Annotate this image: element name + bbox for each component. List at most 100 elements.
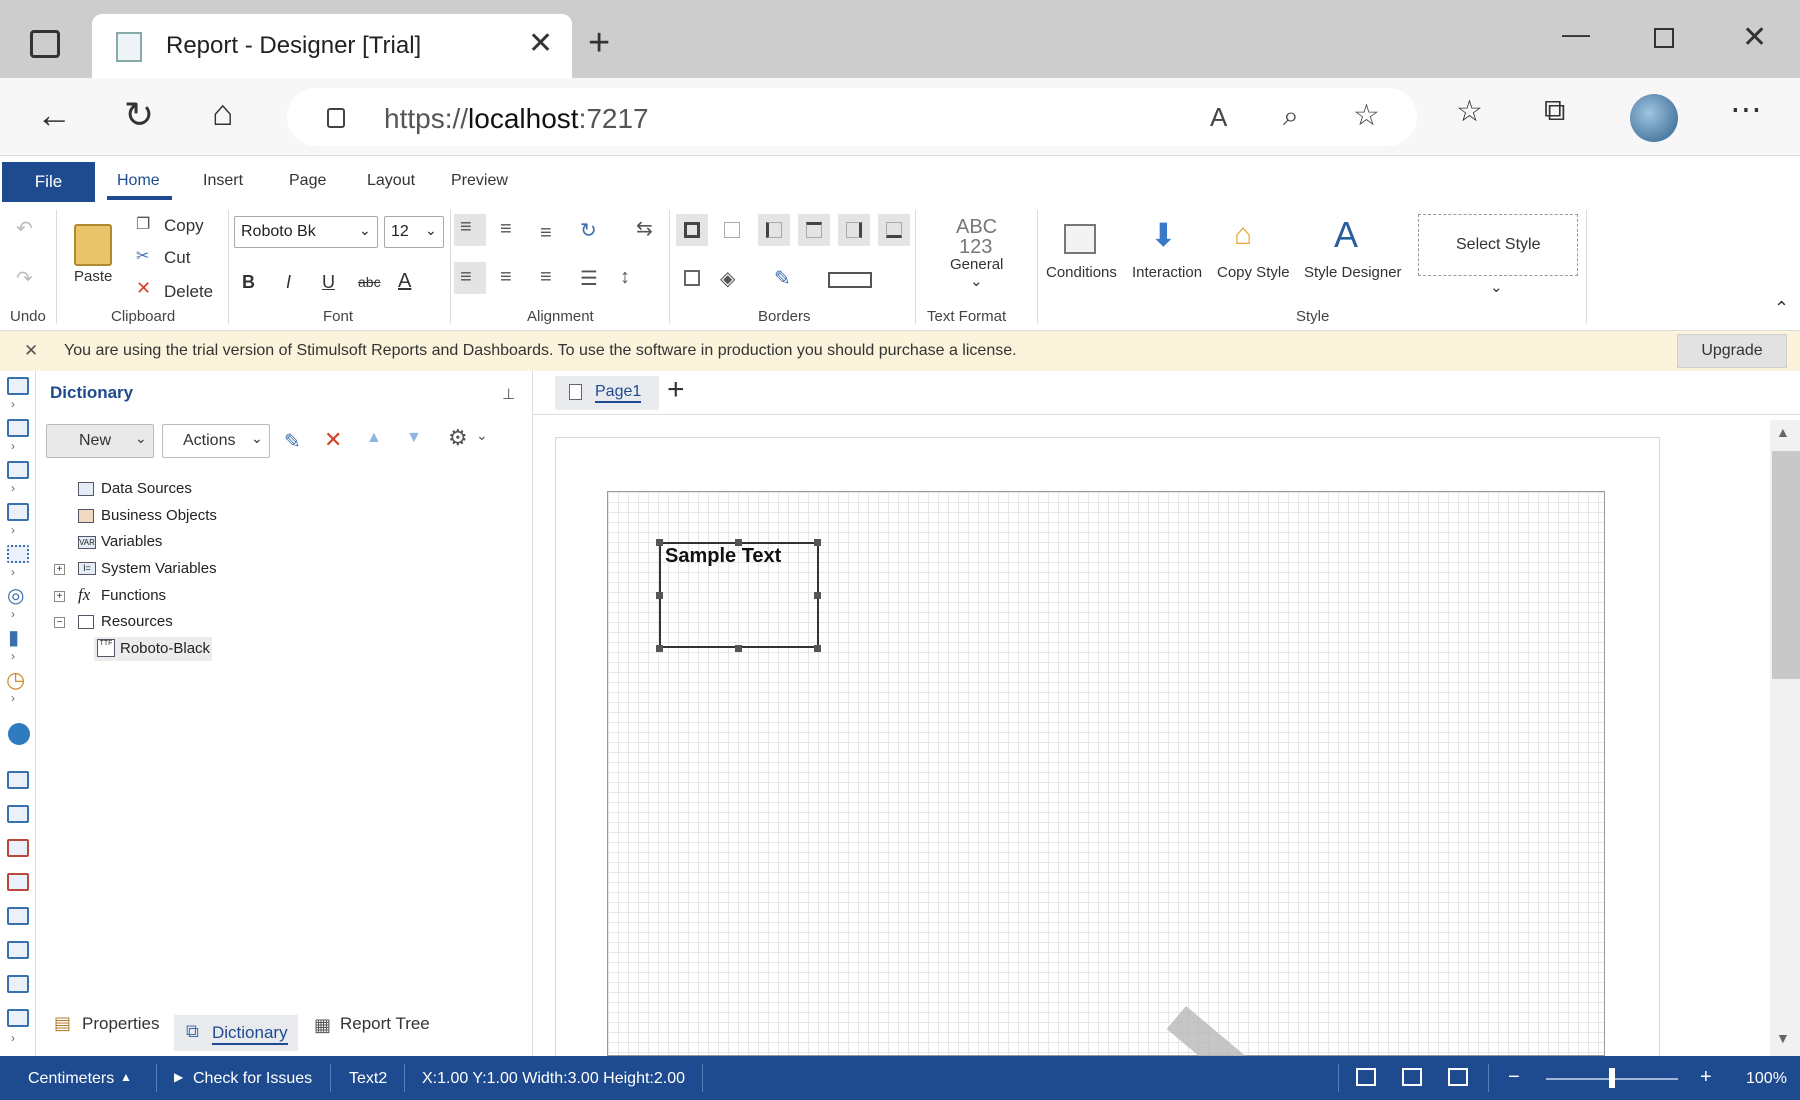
font-family-select[interactable]: Roboto Bk ⌄ [234,216,378,248]
style-designer-icon[interactable]: A [1334,214,1358,256]
close-tab-icon[interactable]: ✕ [528,26,553,61]
actions-button[interactable]: Actions ⌄ [162,424,270,458]
scroll-down-icon[interactable]: ▼ [1776,1030,1790,1046]
checkbox-component-icon[interactable] [7,1009,29,1027]
chevron-up-icon[interactable]: ▲ [120,1070,132,1084]
copy-style-button[interactable]: Copy Style [1217,264,1290,281]
tab-insert[interactable]: Insert [203,172,243,190]
edit-icon[interactable]: ✎ [284,429,301,454]
no-border-icon[interactable] [724,222,740,238]
text-component-icon[interactable] [7,503,29,521]
tree-roboto-black[interactable]: Roboto-Black [120,640,210,657]
resize-handle[interactable] [656,645,663,652]
tree-functions[interactable]: Functions [101,587,166,604]
delete-icon[interactable]: ✕ [324,427,342,453]
collections-icon[interactable]: ⧉ [1544,94,1565,128]
resize-handle[interactable] [814,592,821,599]
fill-color-icon[interactable]: ◈ [720,266,735,291]
align-right-icon[interactable]: ≡ [540,266,552,289]
read-aloud-icon[interactable]: A [1210,102,1227,133]
rotate-icon[interactable]: ↻ [580,218,597,243]
resize-handle[interactable] [814,539,821,546]
clone-icon[interactable] [7,941,29,959]
page-height-icon[interactable] [1402,1068,1422,1086]
zoom-out-icon[interactable]: ⌕ [1283,100,1299,133]
delete-button[interactable]: Delete [164,282,213,302]
new-button[interactable]: New ⌄ [46,424,154,458]
actual-size-icon[interactable] [1448,1068,1468,1086]
chevron-down-icon[interactable]: ⌄ [970,272,983,290]
paste-icon[interactable] [74,224,112,266]
underline-button[interactable]: U [322,272,335,293]
border-style-icon[interactable] [828,272,872,288]
conditions-button[interactable]: Conditions [1046,264,1117,281]
upgrade-button[interactable]: Upgrade [1677,334,1787,368]
gauge-icon[interactable]: ◷ [6,667,25,693]
undo-icon[interactable]: ↶ [16,216,33,241]
barcode-icon[interactable] [7,545,29,563]
tab-report-tree[interactable]: Report Tree [340,1014,430,1034]
cross-band-icon[interactable] [7,461,29,479]
rich-text-icon[interactable] [7,839,29,857]
report-title-band-icon[interactable] [7,377,29,395]
table-icon[interactable] [7,805,29,823]
copy-style-icon[interactable]: ⌂ [1234,218,1252,252]
shadow-border-icon[interactable] [684,270,700,286]
border-color-icon[interactable]: ✎ [774,266,791,291]
bold-button[interactable]: B [242,272,255,293]
refresh-icon[interactable]: ↻ [124,94,154,136]
tab-properties[interactable]: Properties [82,1014,159,1034]
scrollbar-thumb[interactable] [1772,451,1800,679]
word-wrap-icon[interactable]: ⇆ [636,216,653,241]
tab-file[interactable]: File [2,162,95,202]
sample-text-component[interactable]: Sample Text [659,542,819,648]
data-band-icon[interactable] [7,419,29,437]
avatar[interactable] [1630,94,1678,142]
minimize-icon[interactable]: — [1562,18,1590,50]
address-bar[interactable]: https://localhost:7217 A ⌕ ☆ [287,88,1417,146]
paste-button[interactable]: Paste [74,268,112,285]
add-favorite-icon[interactable]: ☆ [1353,98,1380,133]
text-in-cells-icon[interactable] [7,873,29,891]
style-designer-button[interactable]: Style Designer [1304,264,1402,281]
more-icon[interactable]: ⋯ [1730,90,1762,128]
tab-page[interactable]: Page [289,172,326,190]
italic-button[interactable]: I [286,272,291,293]
expand-functions-icon[interactable]: + [54,591,65,602]
delete-icon[interactable]: ✕ [136,278,151,299]
resize-handle[interactable] [656,539,663,546]
favorites-icon[interactable]: ☆ [1456,94,1483,129]
text-format-general[interactable]: General [950,256,1003,273]
zoom-slider-thumb[interactable] [1609,1068,1615,1088]
copy-button[interactable]: Copy [164,216,204,236]
resize-handle[interactable] [656,592,663,599]
tree-data-sources[interactable]: Data Sources [101,480,192,497]
tab-page1[interactable]: Page1 [555,376,659,410]
new-tab-icon[interactable]: + [588,22,610,65]
chevron-down-icon[interactable]: ⌄ [1490,278,1503,296]
close-window-icon[interactable]: ✕ [1742,20,1767,55]
tree-business-objects[interactable]: Business Objects [101,507,217,524]
check-issues-button[interactable]: Check for Issues [193,1070,312,1088]
units-selector[interactable]: Centimeters [28,1070,114,1088]
tab-actions-icon[interactable] [30,30,60,58]
line-spacing-icon[interactable]: ↕ [620,266,630,289]
page-width-icon[interactable] [1356,1068,1376,1086]
collapse-resources-icon[interactable]: − [54,617,65,628]
sub-report-icon[interactable] [7,771,29,789]
home-icon[interactable]: ⌂ [212,92,234,134]
zoom-in-icon[interactable]: + [1700,1066,1712,1089]
strikethrough-button[interactable]: abc [358,274,381,290]
font-color-button[interactable]: A [398,270,411,293]
chevron-down-icon[interactable]: ⌄ [476,427,488,444]
zoom-out-icon[interactable]: − [1508,1066,1520,1089]
tab-dictionary[interactable]: Dictionary [212,1023,288,1045]
tab-layout[interactable]: Layout [367,172,415,190]
shapes-icon[interactable]: ◎ [7,583,24,608]
settings-icon[interactable]: ⚙ [448,425,468,451]
resize-handle[interactable] [735,539,742,546]
back-icon[interactable]: ← [36,94,72,136]
tree-system-variables[interactable]: System Variables [101,560,217,577]
scroll-up-icon[interactable]: ▲ [1776,424,1790,440]
redo-icon[interactable]: ↷ [16,266,33,291]
